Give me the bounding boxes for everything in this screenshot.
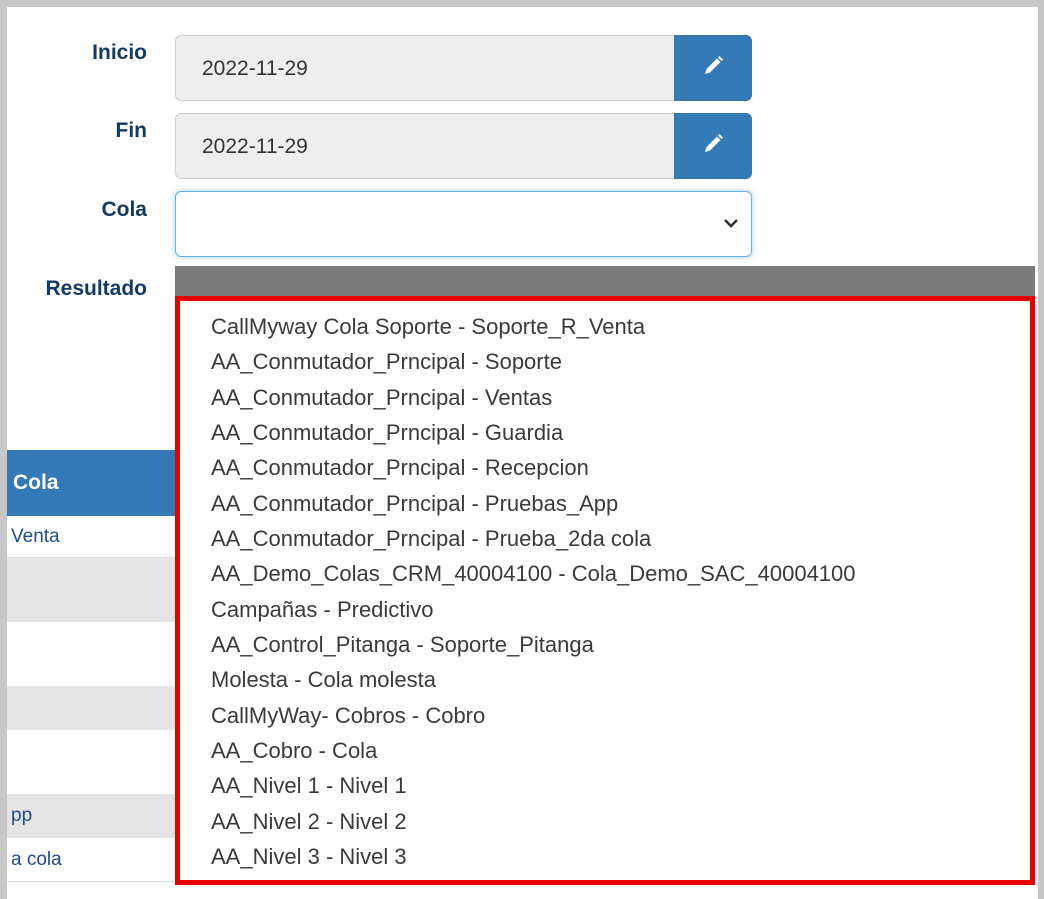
window-border-left [0,0,7,899]
window-border-right [1038,0,1044,899]
dropdown-option[interactable]: AA_Nivel 2 - Nivel 2 [211,809,407,835]
cola-label: Cola [101,198,147,221]
dropdown-option[interactable]: AA_Demo_Colas_CRM_40004100 - Cola_Demo_S… [211,561,856,587]
pencil-icon [702,133,724,160]
fin-date-field[interactable]: 2022-11-29 [175,113,675,179]
window-border-top [0,0,1044,7]
table-row: a cola [7,838,175,882]
fin-edit-button[interactable] [674,113,752,179]
fin-label: Fin [115,119,148,142]
dropdown-option[interactable]: AA_Conmutador_Prncipal - Soporte [211,349,562,375]
dropdown-option[interactable]: CallMyWay- Cobros - Cobro [211,703,485,729]
dropdown-option[interactable]: CallMyway Cola Soporte - Soporte_R_Venta [211,314,645,340]
dropdown-header-bar [175,266,1035,298]
cola-select[interactable] [175,191,752,257]
table-row [7,558,175,622]
pencil-icon [702,55,724,82]
chevron-down-icon [723,216,739,234]
dropdown-option[interactable]: AA_Nivel 1 - Nivel 1 [211,773,407,799]
dropdown-option[interactable]: AA_Conmutador_Prncipal - Pruebas_App [211,491,618,517]
table-row [7,686,175,730]
resultado-label: Resultado [45,277,147,300]
table-row [7,622,175,686]
dropdown-option[interactable]: Campañas - Predictivo [211,597,434,623]
dropdown-option[interactable]: AA_Conmutador_Prncipal - Prueba_2da cola [211,526,651,552]
inicio-date-field[interactable]: 2022-11-29 [175,35,675,101]
inicio-label: Inicio [92,41,147,64]
table-row: Venta [7,516,175,558]
dropdown-option[interactable]: AA_Conmutador_Prncipal - Guardia [211,420,563,446]
dropdown-option[interactable]: AA_Nivel 3 - Nivel 3 [211,844,407,870]
table-header-cola: Cola [7,450,175,516]
cola-dropdown-list: CallMyway Cola Soporte - Soporte_R_Venta… [175,296,1035,885]
dropdown-option[interactable]: AA_Control_Pitanga - Soporte_Pitanga [211,632,594,658]
dropdown-option[interactable]: AA_Cobro - Cola [211,738,377,764]
dropdown-option[interactable]: AA_Conmutador_Prncipal - Recepcion [211,455,589,481]
table-row [7,730,175,794]
inicio-edit-button[interactable] [674,35,752,101]
dropdown-option[interactable]: AA_Conmutador_Prncipal - Ventas [211,385,552,411]
dropdown-option[interactable]: Molesta - Cola molesta [211,667,436,693]
table-row: pp [7,794,175,838]
